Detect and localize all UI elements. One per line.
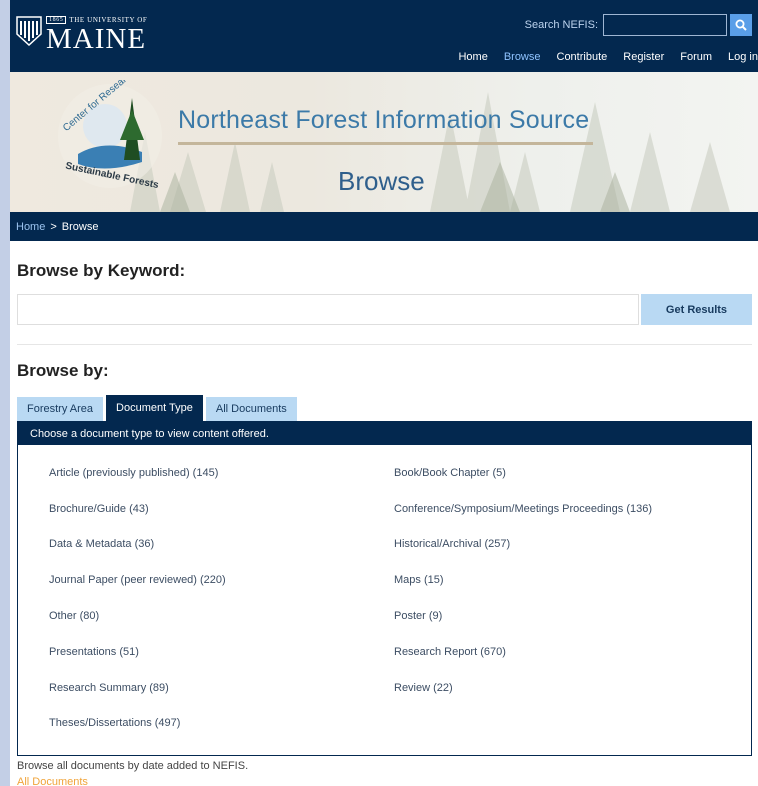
nav-contribute[interactable]: Contribute xyxy=(557,51,608,63)
doc-type-link[interactable]: Poster (9) xyxy=(394,598,751,634)
site-title: Northeast Forest Information Source xyxy=(178,106,590,134)
search-icon xyxy=(735,19,747,31)
all-documents-note: Browse all documents by date added to NE… xyxy=(17,760,249,773)
nav-forum[interactable]: Forum xyxy=(680,51,712,63)
nav-login[interactable]: Log in xyxy=(728,51,758,63)
doc-type-link[interactable]: Article (previously published) (145) xyxy=(49,455,394,491)
section-divider xyxy=(17,344,752,345)
tab-all-documents[interactable]: All Documents xyxy=(205,397,297,421)
site-search: Search NEFIS: xyxy=(525,14,752,36)
all-documents-link[interactable]: All Documents xyxy=(17,776,752,786)
document-type-panel: Choose a document type to view content o… xyxy=(17,421,752,757)
browse-tabs: Forestry Area Document Type All Document… xyxy=(17,395,752,421)
nav-home[interactable]: Home xyxy=(458,51,487,63)
nav-register[interactable]: Register xyxy=(623,51,664,63)
get-results-button[interactable]: Get Results xyxy=(641,294,752,325)
doc-type-link[interactable]: Other (80) xyxy=(49,598,394,634)
tab-document-type[interactable]: Document Type xyxy=(106,395,203,421)
keyword-search-row: Get Results xyxy=(17,294,752,325)
university-logo[interactable]: 1865 THE UNIVERSITY OF MAINE xyxy=(16,16,147,54)
keyword-heading: Browse by Keyword: xyxy=(17,261,186,280)
breadcrumb: Home > Browse xyxy=(10,212,758,241)
banner: Center for Research on Sustainable Fores… xyxy=(10,72,758,212)
page-title: Browse xyxy=(338,166,425,196)
doc-type-link[interactable]: Data & Metadata (36) xyxy=(49,527,394,563)
doc-type-link[interactable]: Research Report (670) xyxy=(394,634,751,670)
doc-type-link[interactable]: Conference/Symposium/Meetings Proceeding… xyxy=(394,491,751,527)
doc-type-link[interactable]: Book/Book Chapter (5) xyxy=(394,455,751,491)
page: 1865 THE UNIVERSITY OF MAINE Search NEFI… xyxy=(10,0,758,786)
main-nav: Home Browse Contribute Register Forum Lo… xyxy=(458,51,758,63)
doc-type-link[interactable]: Theses/Dissertations (497) xyxy=(49,706,394,742)
doc-type-link[interactable]: Review (22) xyxy=(394,670,751,706)
crsf-seal-logo: Center for Research on Sustainable Fores… xyxy=(58,80,162,191)
browse-by-heading: Browse by: xyxy=(17,361,109,380)
doc-type-link[interactable]: Research Summary (89) xyxy=(49,670,394,706)
document-type-list: Article (previously published) (145) Boo… xyxy=(18,445,751,755)
panel-instructions: Choose a document type to view content o… xyxy=(18,422,751,445)
search-button[interactable] xyxy=(730,14,752,36)
tab-forestry-area[interactable]: Forestry Area xyxy=(17,397,104,421)
keyword-input[interactable] xyxy=(17,294,639,325)
title-underline xyxy=(178,142,593,145)
logo-name: MAINE xyxy=(46,23,147,55)
breadcrumb-home[interactable]: Home xyxy=(16,221,45,233)
breadcrumb-current: Browse xyxy=(61,220,99,233)
main-content: Browse by Keyword: Get Results Browse by… xyxy=(10,261,758,786)
logo-shield-icon xyxy=(16,16,42,46)
breadcrumb-separator: > xyxy=(50,220,57,233)
doc-type-link[interactable]: Journal Paper (peer reviewed) (220) xyxy=(49,562,394,598)
nav-browse[interactable]: Browse xyxy=(504,51,541,63)
top-bar: 1865 THE UNIVERSITY OF MAINE Search NEFI… xyxy=(10,0,758,72)
doc-type-link[interactable]: Brochure/Guide (43) xyxy=(49,491,394,527)
doc-type-link[interactable]: Historical/Archival (257) xyxy=(394,527,751,563)
doc-type-link[interactable]: Maps (15) xyxy=(394,562,751,598)
search-label: Search NEFIS: xyxy=(524,19,598,31)
search-input[interactable] xyxy=(603,14,727,36)
doc-type-link[interactable]: Presentations (51) xyxy=(49,634,394,670)
